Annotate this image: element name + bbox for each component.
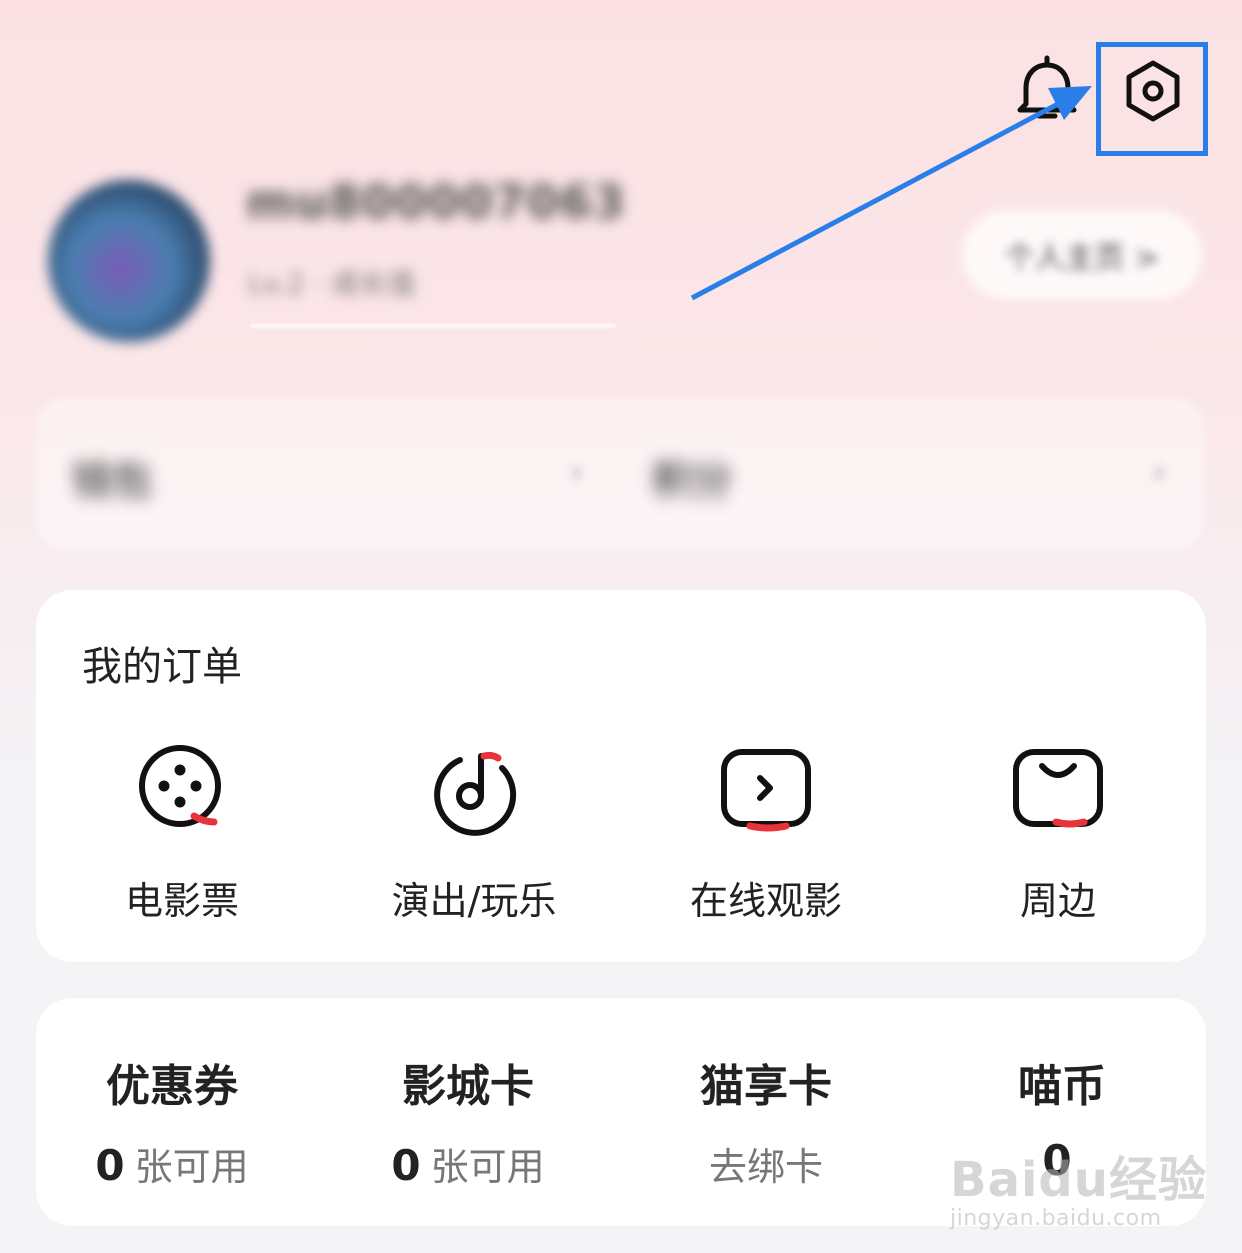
order-merchandise[interactable]: 周边 <box>912 740 1204 925</box>
orders-title: 我的订单 <box>82 644 242 690</box>
asset-count: 0 <box>95 1141 125 1190</box>
order-label: 电影票 <box>124 879 239 923</box>
music-note-icon <box>434 751 517 836</box>
asset-title: 猫享卡 <box>700 1061 832 1112</box>
bell-icon[interactable] <box>1012 52 1082 126</box>
username: mu800007063 <box>246 175 626 229</box>
bind-card-link[interactable]: 去绑卡 <box>709 1145 823 1189</box>
shopping-bag-icon <box>1013 749 1103 828</box>
watermark-main: Baidu经验 <box>950 1152 1207 1208</box>
asset-unit: 张可用 <box>134 1145 249 1189</box>
baidu-watermark: Baidu经验 jingyan.baidu.com <box>950 1140 1207 1231</box>
order-label: 演出/玩乐 <box>391 879 557 923</box>
film-reel-icon <box>139 745 221 827</box>
asset-title: 优惠券 <box>106 1061 238 1112</box>
order-movie-tickets[interactable]: 电影票 <box>36 740 328 925</box>
asset-unit: 张可用 <box>430 1145 545 1189</box>
asset-title: 喵币 <box>1018 1061 1106 1112</box>
settings-highlight-box <box>1096 42 1208 156</box>
wallet-entry[interactable]: 钱包 <box>72 448 152 506</box>
asset-cinema-cards[interactable]: 影城卡 0 张可用 <box>322 1050 614 1191</box>
profile-home-button[interactable]: 个人主页 > <box>962 210 1202 300</box>
chevron-right-icon: › <box>1152 452 1166 492</box>
order-shows[interactable]: 演出/玩乐 <box>328 740 620 925</box>
wallet-panel <box>36 398 1204 550</box>
order-online-movies[interactable]: 在线观影 <box>620 740 912 925</box>
avatar[interactable] <box>48 180 210 342</box>
chevron-right-icon: › <box>570 452 584 492</box>
asset-title: 影城卡 <box>402 1061 534 1112</box>
level-progress-bar <box>250 324 616 328</box>
order-label: 周边 <box>1019 879 1096 923</box>
user-level: Lv.2 · 成长值 <box>248 267 416 300</box>
asset-count: 0 <box>391 1141 421 1190</box>
play-screen-icon <box>721 749 811 832</box>
order-label: 在线观影 <box>689 879 842 923</box>
asset-member-card[interactable]: 猫享卡 去绑卡 <box>620 1050 912 1191</box>
asset-coupons[interactable]: 优惠券 0 张可用 <box>26 1050 318 1191</box>
points-entry[interactable]: 积分 <box>652 448 732 506</box>
